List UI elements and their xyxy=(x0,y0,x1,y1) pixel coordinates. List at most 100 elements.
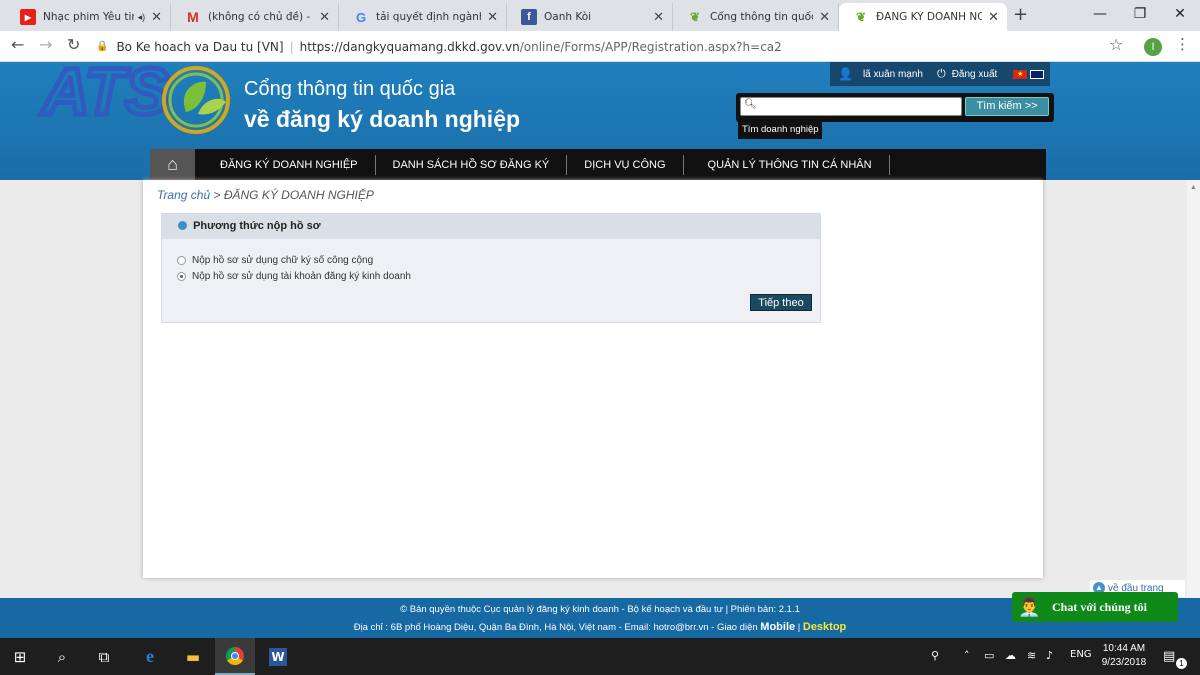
support-agent-icon: 👨‍💼 xyxy=(1018,597,1041,617)
tab-title: Cổng thông tin quốc gi xyxy=(710,11,813,23)
leaf-icon: ❦ xyxy=(855,10,867,24)
profile-avatar[interactable]: I xyxy=(1144,38,1162,56)
support-email-link[interactable]: hotro@brr.vn xyxy=(653,622,708,633)
main-content: Trang chủ > ĐĂNG KÝ DOANH NGHIỆP Phương … xyxy=(143,180,1043,578)
home-icon[interactable]: ⌂ xyxy=(150,149,195,180)
panel-header: Phương thức nộp hồ sơ xyxy=(162,214,820,239)
page-scrollbar[interactable]: ▲ xyxy=(1187,180,1200,638)
chat-button[interactable]: 👨‍💼 Chat với chúng tôi xyxy=(1012,592,1178,622)
language-indicator[interactable]: ENG xyxy=(1070,649,1092,660)
url-path: /online/Forms/APP/Registration.aspx?h=ca… xyxy=(519,39,782,54)
mobile-view-link[interactable]: Mobile xyxy=(760,621,795,633)
nav-item-business-registration[interactable]: ĐĂNG KÝ DOANH NGHIỆP xyxy=(195,154,376,175)
close-window-button[interactable]: ✕ xyxy=(1160,0,1200,31)
clock-date: 9/23/2018 xyxy=(1101,657,1147,668)
portal-title-line1: Cổng thông tin quốc gia xyxy=(244,78,456,100)
search-icon: 🔍︎ xyxy=(744,99,757,110)
restore-button[interactable]: ❐ xyxy=(1120,0,1160,31)
chevron-up-icon[interactable]: ˄ xyxy=(964,649,970,662)
tab-title: Oanh Kòi xyxy=(544,11,592,23)
windows-taskbar: ⊞ ⌕ ⧉ e ▬ W ⚲ ˄ ▭ ☁ ≋ ♪ ENG 10:44 AM 9/2… xyxy=(0,638,1200,675)
people-icon[interactable]: ⚲ xyxy=(931,649,939,662)
tab-youtube[interactable]: ▶ Nhạc phim Yêu tinh ◂) ✕ xyxy=(6,3,171,31)
tab-registration[interactable]: ❦ ĐĂNG KÝ DOANH NGH ✕ xyxy=(839,3,1007,31)
find-business-link[interactable]: Tìm doanh nghiệp xyxy=(738,121,822,139)
tab-title: tải quyết định ngành ng xyxy=(376,11,481,23)
chrome-icon[interactable] xyxy=(215,638,255,675)
url-main: https://dangkyquamang.dkkd.gov.vn xyxy=(299,39,520,54)
back-icon[interactable]: ← xyxy=(11,35,24,54)
main-nav: ⌂ ĐĂNG KÝ DOANH NGHIỆP DANH SÁCH HỒ SƠ Đ… xyxy=(150,149,1046,180)
logout-link[interactable]: Đăng xuất xyxy=(952,69,998,80)
user-name[interactable]: lã xuân mạnh xyxy=(863,69,923,80)
menu-icon[interactable]: ⋮ xyxy=(1175,35,1190,53)
scroll-up-icon[interactable]: ▲ xyxy=(1187,184,1200,191)
breadcrumb-home-link[interactable]: Trang chủ xyxy=(157,188,210,202)
clock-time: 10:44 AM xyxy=(1102,643,1146,654)
file-explorer-icon[interactable]: ▬ xyxy=(173,638,213,675)
edge-browser-icon[interactable]: e xyxy=(130,638,170,675)
wifi-icon[interactable]: ≋ xyxy=(1027,649,1036,662)
user-bar: 👤 lã xuân mạnh ⏻ Đăng xuất ★ xyxy=(830,62,1050,86)
uk-flag-icon[interactable] xyxy=(1030,69,1045,79)
minimize-button[interactable]: — xyxy=(1080,0,1120,31)
search-icon[interactable]: ⌕ xyxy=(42,638,82,675)
close-icon[interactable]: ✕ xyxy=(653,10,664,25)
option-label: Nộp hồ sơ sử dụng chữ ký số công cộng xyxy=(192,255,374,266)
nav-item-personal-info[interactable]: QUẢN LÝ THÔNG TIN CÁ NHÂN xyxy=(684,154,890,175)
task-view-icon[interactable]: ⧉ xyxy=(84,638,124,675)
notification-badge: 1 xyxy=(1176,658,1187,669)
option-business-account[interactable]: Nộp hồ sơ sử dụng tài khoản đăng ký kinh… xyxy=(177,271,411,282)
tab-title: Nhạc phim Yêu tinh xyxy=(43,11,134,23)
gmail-icon: M xyxy=(187,9,199,25)
close-icon[interactable]: ✕ xyxy=(819,10,830,25)
leaf-icon: ❦ xyxy=(689,10,701,24)
vietnam-flag-icon[interactable]: ★ xyxy=(1013,69,1028,79)
nav-item-public-services[interactable]: DỊCH VỤ CÔNG xyxy=(567,154,684,175)
panel-title: Phương thức nộp hồ sơ xyxy=(193,220,321,232)
onedrive-icon[interactable]: ☁ xyxy=(1005,649,1016,662)
google-icon: G xyxy=(355,9,367,25)
search-input[interactable] xyxy=(740,97,962,116)
tab-title: ĐĂNG KÝ DOANH NGH xyxy=(876,11,983,23)
search-box: 🔍︎ Tìm kiếm >> xyxy=(736,93,1054,122)
logo-watermark-text: ATS xyxy=(40,54,169,128)
power-icon[interactable]: ⏻ xyxy=(937,67,946,81)
user-icon: 👤 xyxy=(838,67,853,81)
search-button[interactable]: Tìm kiếm >> xyxy=(965,97,1049,116)
tab-facebook[interactable]: f Oanh Kòi ✕ xyxy=(507,3,673,31)
portal-title-line2: về đăng ký doanh nghiệp xyxy=(244,106,521,132)
option-digital-signature[interactable]: Nộp hồ sơ sử dụng chữ ký số công cộng xyxy=(177,255,373,266)
volume-icon[interactable]: ♪ xyxy=(1046,649,1053,662)
windows-start-icon[interactable]: ⊞ xyxy=(0,638,40,675)
breadcrumb-current: ĐĂNG KÝ DOANH NGHIỆP xyxy=(223,188,374,202)
tab-title: (không có chủ đề) - kim xyxy=(208,11,313,23)
info-icon xyxy=(178,221,187,230)
word-icon[interactable]: W xyxy=(258,638,298,675)
notifications-icon[interactable]: ▤ xyxy=(1163,649,1175,664)
tab-portal[interactable]: ❦ Cổng thông tin quốc gi ✕ xyxy=(673,3,839,31)
nav-item-application-list[interactable]: DANH SÁCH HỒ SƠ ĐĂNG KÝ xyxy=(376,154,568,175)
omnibox[interactable]: 🔒 Bo Ke hoach va Dau tu [VN] | https://d… xyxy=(96,35,1096,58)
next-button[interactable]: Tiếp theo xyxy=(750,294,812,311)
radio-digital-signature[interactable] xyxy=(177,256,186,265)
footer-address: Địa chỉ : 6B phố Hoàng Diệu, Quận Ba Đìn… xyxy=(353,621,847,633)
desktop-view-link[interactable]: Desktop xyxy=(803,621,846,633)
star-icon[interactable]: ☆ xyxy=(1109,35,1123,54)
tab-gmail[interactable]: M (không có chủ đề) - kim ✕ xyxy=(171,3,339,31)
new-tab-button[interactable]: + xyxy=(1013,4,1028,25)
browser-tab-strip: ▶ Nhạc phim Yêu tinh ◂) ✕ M (không có ch… xyxy=(0,0,1200,31)
lock-icon: 🔒 xyxy=(96,41,109,52)
breadcrumb: Trang chủ > ĐĂNG KÝ DOANH NGHIỆP xyxy=(157,188,374,202)
battery-icon[interactable]: ▭ xyxy=(984,649,994,662)
audio-icon[interactable]: ◂) xyxy=(138,12,146,23)
close-icon[interactable]: ✕ xyxy=(151,10,162,25)
taskbar-clock[interactable]: 10:44 AM 9/23/2018 xyxy=(1096,642,1152,670)
close-icon[interactable]: ✕ xyxy=(487,10,498,25)
radio-business-account[interactable] xyxy=(177,272,186,281)
close-icon[interactable]: ✕ xyxy=(988,10,999,25)
option-label: Nộp hồ sơ sử dụng tài khoản đăng ký kinh… xyxy=(192,271,411,282)
tab-google[interactable]: G tải quyết định ngành ng ✕ xyxy=(339,3,507,31)
close-icon[interactable]: ✕ xyxy=(319,10,330,25)
site-header: ATS Cổng thông tin quốc gia về đăng ký d… xyxy=(0,52,1200,180)
